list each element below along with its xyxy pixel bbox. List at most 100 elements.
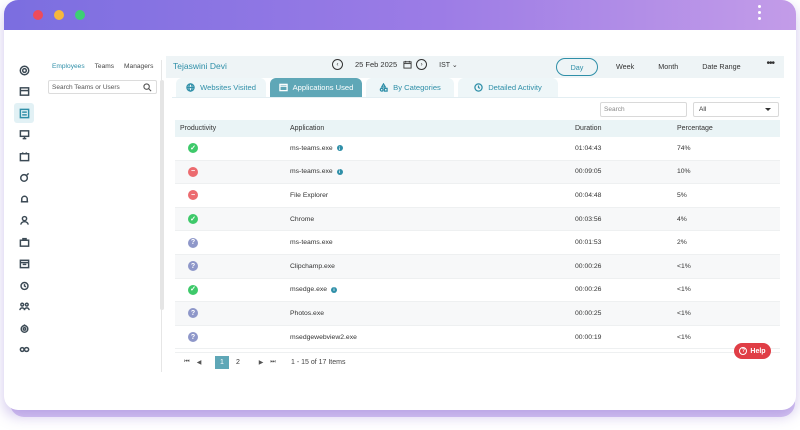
last-page-button[interactable]: ⏭ xyxy=(267,359,279,366)
page-2-button[interactable]: 2 xyxy=(231,356,245,369)
header-percentage[interactable]: Percentage xyxy=(677,125,780,132)
minimize-window-dot[interactable] xyxy=(54,10,64,20)
chevron-down-icon: ⌄ xyxy=(451,61,458,69)
alerts-icon[interactable] xyxy=(14,168,34,188)
table-row[interactable]: ? msedgewebview2.exe 00:00:19 <1% xyxy=(175,326,780,350)
filter-selected-value: All xyxy=(699,106,707,113)
table-header: Productivity Application Duration Percen… xyxy=(175,120,780,137)
table-search-input[interactable] xyxy=(601,103,686,116)
help-icon: ? xyxy=(739,347,748,355)
table-row[interactable]: ? Photos.exe 00:00:25 <1% xyxy=(175,302,780,326)
application-name: msedgewebview2.exe xyxy=(290,333,357,341)
next-page-button[interactable]: ▶ xyxy=(255,359,267,366)
percentage-cell: 4% xyxy=(677,215,687,223)
duration-cell: 00:00:19 xyxy=(575,333,602,341)
unproductive-status-icon: − xyxy=(188,166,198,177)
date-range-selector: Day Week Month Date Range xyxy=(556,58,753,76)
maximize-window-dot[interactable] xyxy=(75,10,85,20)
table-search xyxy=(600,102,687,117)
window-menu-icon[interactable] xyxy=(758,5,762,23)
employee-panel: Employees Teams Managers xyxy=(46,60,164,372)
tab-teams[interactable]: Teams xyxy=(95,63,114,78)
application-cell: ms-teams.exe xyxy=(290,239,575,246)
header-application[interactable]: Application xyxy=(290,125,575,132)
application-cell: msedgewebview2.exe xyxy=(290,334,575,341)
previous-date-button[interactable]: ‹ xyxy=(332,59,343,70)
current-date: 25 Feb 2025 xyxy=(355,60,398,69)
previous-page-button[interactable]: ◀ xyxy=(193,359,205,366)
tab-detailed-activity[interactable]: Detailed Activity xyxy=(458,78,558,97)
screens-icon[interactable] xyxy=(14,82,34,102)
search-icon[interactable] xyxy=(143,83,152,92)
tab-label: Applications Used xyxy=(292,83,354,92)
productivity-filter-select[interactable]: All xyxy=(693,102,779,117)
tab-by-categories[interactable]: By Categories xyxy=(366,78,454,97)
productive-status-icon: ✓ xyxy=(188,284,198,295)
info-icon[interactable]: i xyxy=(331,286,338,293)
next-date-button[interactable]: › xyxy=(416,59,428,70)
reports-icon[interactable] xyxy=(14,103,34,123)
first-page-button[interactable]: ⏮ xyxy=(181,359,193,366)
application-name: Clipchamp.exe xyxy=(290,262,335,270)
timezone-select[interactable]: IST ⌄ xyxy=(439,61,458,69)
range-week-button[interactable]: Week xyxy=(604,58,646,76)
notifications-icon[interactable] xyxy=(14,189,34,209)
help-button[interactable]: ? Help xyxy=(734,343,771,359)
tab-websites-visited[interactable]: Websites Visited xyxy=(176,78,266,97)
pagination: ⏮ ◀ 1 2 ▶ ⏭ 1 - 15 of 17 Items xyxy=(175,352,780,372)
close-window-dot[interactable] xyxy=(33,10,43,20)
user-icon[interactable] xyxy=(14,211,34,231)
calendar-picker-icon[interactable] xyxy=(403,60,412,69)
tab-managers[interactable]: Managers xyxy=(124,63,153,78)
report-tabs: Websites Visited Applications Used By Ca… xyxy=(176,78,558,97)
tab-employees[interactable]: Employees xyxy=(52,63,85,78)
application-name: ms-teams.exe xyxy=(290,168,333,176)
page-1-button[interactable]: 1 xyxy=(215,356,229,369)
dashboard-icon[interactable] xyxy=(14,60,34,80)
info-icon[interactable]: i xyxy=(336,168,343,175)
table-row[interactable]: ✓ Chrome 00:03:56 4% xyxy=(175,207,780,232)
header-duration[interactable]: Duration xyxy=(575,125,677,132)
window-titlebar xyxy=(4,0,796,30)
duration-cell: 00:01:53 xyxy=(575,239,602,247)
header-productivity[interactable]: Productivity xyxy=(175,125,290,132)
range-custom-button[interactable]: Date Range xyxy=(690,58,752,76)
briefcase-icon[interactable] xyxy=(14,232,34,252)
team-icon[interactable] xyxy=(14,297,34,317)
table-row[interactable]: ? ms-teams.exe 00:01:53 2% xyxy=(175,231,780,255)
settings-icon[interactable] xyxy=(14,318,34,338)
productivity-cell: ✓ xyxy=(175,284,290,295)
percentage-cell: 74% xyxy=(677,144,691,152)
application-name: ms-teams.exe xyxy=(290,144,333,152)
range-day-button[interactable]: Day xyxy=(556,58,598,76)
employee-search-input[interactable] xyxy=(49,81,139,93)
percentage-cell: 5% xyxy=(677,191,687,199)
application-name: File Explorer xyxy=(290,191,329,199)
tab-applications-used[interactable]: Applications Used xyxy=(270,78,362,97)
productive-status-icon: ✓ xyxy=(188,214,198,225)
productivity-cell: ? xyxy=(175,308,290,319)
info-icon[interactable]: i xyxy=(336,145,343,151)
neutral-status-icon: ? xyxy=(188,308,198,319)
calendar-icon[interactable] xyxy=(14,146,34,166)
application-name: msedge.exe xyxy=(290,286,328,294)
alarm-icon[interactable] xyxy=(14,275,34,295)
neutral-status-icon: ? xyxy=(188,261,198,272)
table-row[interactable]: ✓ msedge.exe i 00:00:26 <1% xyxy=(175,279,780,303)
schedule-icon[interactable] xyxy=(14,254,34,274)
duration-cell: 00:00:26 xyxy=(575,262,602,270)
application-name: ms-teams.exe xyxy=(290,239,333,247)
table-row[interactable]: − ms-teams.exe i 00:09:05 10% xyxy=(175,160,780,185)
table-row[interactable]: ✓ ms-teams.exe i 01:04:43 74% xyxy=(175,137,780,161)
employee-panel-scrollbar[interactable] xyxy=(160,80,164,310)
duration-cell: 00:00:26 xyxy=(575,286,602,294)
range-month-button[interactable]: Month xyxy=(646,58,690,76)
more-options-icon[interactable]: ••• xyxy=(766,58,774,69)
productivity-cell: − xyxy=(175,166,290,177)
table-row[interactable]: ? Clipchamp.exe 00:00:26 <1% xyxy=(175,254,780,279)
toggle-icon[interactable] xyxy=(14,340,34,360)
percentage-cell: <1% xyxy=(677,262,691,270)
table-row[interactable]: − File Explorer 00:04:48 5% xyxy=(175,184,780,208)
caret-down-icon xyxy=(765,108,771,111)
monitor-icon[interactable] xyxy=(14,125,34,145)
